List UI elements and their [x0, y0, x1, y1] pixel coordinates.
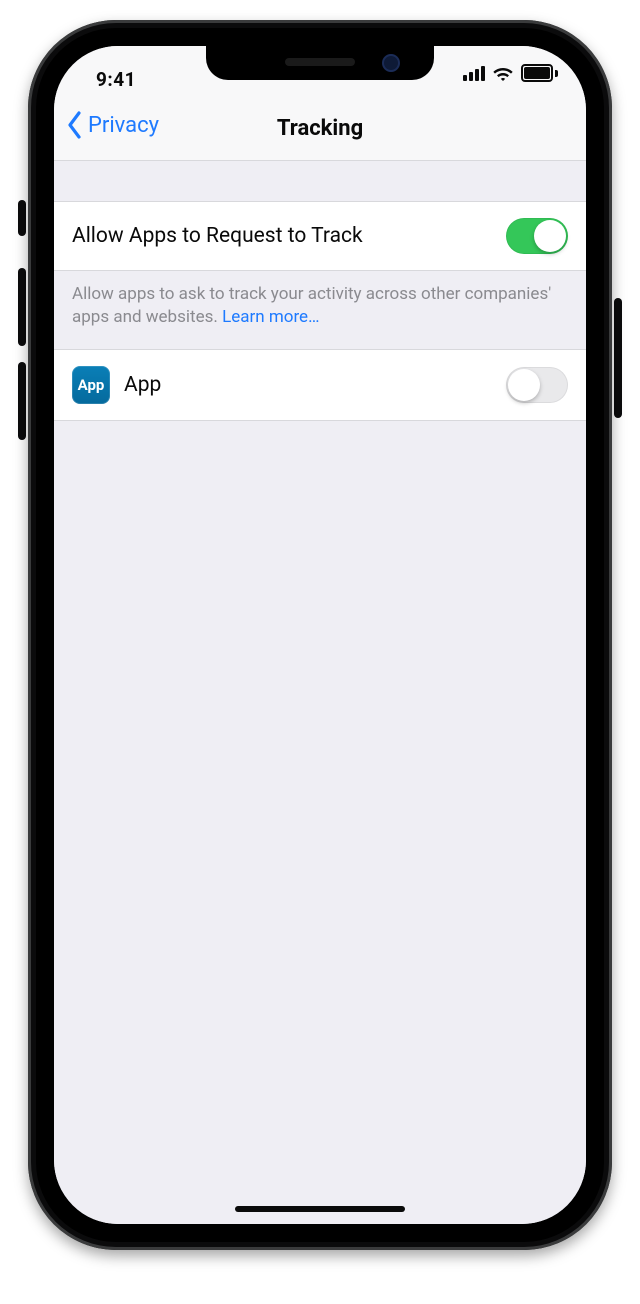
row-label: Allow Apps to Request to Track: [72, 224, 492, 248]
app-icon: App: [72, 366, 110, 404]
row-allow-apps-request-track: Allow Apps to Request to Track: [54, 201, 586, 271]
phone-volume-up: [18, 268, 26, 346]
content: Allow Apps to Request to Track Allow app…: [54, 161, 586, 1224]
phone-notch: [206, 46, 434, 80]
toggle-allow-apps-request-track[interactable]: [506, 218, 568, 254]
phone-front-camera: [382, 54, 400, 72]
section-spacer: [54, 161, 586, 201]
page-title: Tracking: [54, 116, 586, 141]
phone-volume-down: [18, 362, 26, 440]
row-app-tracking: App App: [54, 349, 586, 421]
status-time: 9:41: [96, 68, 136, 91]
phone-screen: 9:41: [54, 46, 586, 1224]
status-icons: [463, 64, 558, 82]
nav-bar: Privacy Tracking: [54, 102, 586, 161]
home-indicator[interactable]: [235, 1206, 405, 1212]
canvas: 9:41: [0, 0, 640, 1304]
wifi-icon: [493, 65, 513, 81]
battery-icon: [521, 64, 558, 82]
learn-more-link[interactable]: Learn more…: [222, 307, 319, 327]
phone-mute-switch: [18, 200, 26, 236]
toggle-knob: [534, 220, 566, 252]
row-label: App: [124, 373, 492, 397]
toggle-app-tracking[interactable]: [506, 367, 568, 403]
phone-power-button: [614, 298, 622, 418]
toggle-knob: [508, 369, 540, 401]
cell-signal-icon: [463, 65, 485, 81]
section-footer: Allow apps to ask to track your activity…: [54, 271, 586, 349]
phone-speaker: [285, 58, 355, 66]
phone-bezel: 9:41: [36, 28, 604, 1242]
phone-frame: 9:41: [28, 20, 612, 1250]
